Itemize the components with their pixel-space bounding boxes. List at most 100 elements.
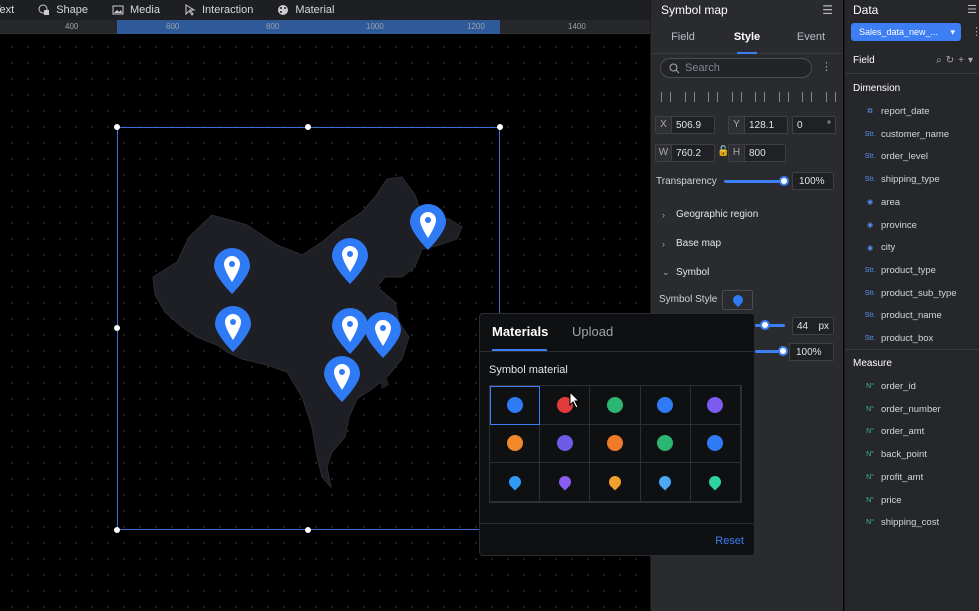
rotation-field[interactable]: 0 ° [792, 116, 836, 134]
align-top-icon[interactable] [755, 92, 766, 102]
style-panel-header: Symbol map ☰ [651, 0, 843, 20]
measure-field[interactable]: N° profit_amt [864, 472, 923, 483]
dimension-field[interactable]: ◉ province [864, 220, 917, 231]
resize-handle[interactable] [114, 325, 120, 331]
symbol-option[interactable] [590, 386, 641, 425]
measure-field[interactable]: N° order_id [864, 381, 916, 392]
section-base-map[interactable]: › Base map [662, 238, 721, 249]
align-middle-icon[interactable] [778, 92, 789, 102]
transparency-knob[interactable] [779, 176, 789, 186]
toolbar-material[interactable]: Material [277, 4, 334, 16]
collapse-icon[interactable]: ☰ [967, 3, 977, 16]
symbol-option[interactable] [690, 424, 741, 464]
measure-field[interactable]: N° order_number [864, 404, 941, 415]
palette-icon [278, 5, 289, 15]
map-pin[interactable] [408, 204, 448, 252]
dimension-field[interactable]: ◉ city [864, 242, 895, 253]
resize-handle[interactable] [305, 124, 311, 130]
measure-field[interactable]: N° back_point [864, 449, 927, 460]
data-panel-title: Data [853, 3, 879, 17]
field-name: order_amt [881, 426, 925, 438]
opacity-input[interactable]: 100% [789, 343, 834, 361]
width-field[interactable]: W 760.2 [655, 144, 715, 162]
dataset-select[interactable]: Sales_data_new_... ▾ [851, 23, 961, 41]
dimension-field[interactable]: Str. customer_name [864, 129, 949, 140]
transparency-input[interactable]: 100% [792, 172, 834, 190]
align-bottom-icon[interactable] [802, 92, 813, 102]
tab-style[interactable]: Style [715, 22, 779, 54]
field-name: order_level [881, 151, 928, 163]
size-input[interactable]: 44 px [792, 317, 834, 335]
map-pin[interactable] [322, 356, 362, 404]
align-right-icon[interactable] [708, 92, 719, 102]
transparency-slider[interactable] [724, 180, 784, 183]
dimension-field[interactable]: ◉ area [864, 197, 900, 208]
section-geographic-region[interactable]: › Geographic region [662, 209, 758, 220]
align-left-icon[interactable] [661, 92, 671, 102]
distribute-v-icon[interactable] [825, 92, 836, 102]
symbol-option[interactable] [490, 386, 541, 425]
align-center-icon[interactable] [684, 92, 695, 102]
toolbar-interaction[interactable]: Interaction [184, 4, 253, 16]
tab-upload[interactable]: Upload [572, 324, 613, 339]
symbol-option[interactable] [540, 386, 591, 425]
dimension-field[interactable]: Str. product_sub_type [864, 288, 957, 299]
toolbar-text[interactable]: Text [0, 4, 14, 16]
symbol-option[interactable] [690, 386, 741, 425]
truck-icon [707, 396, 724, 413]
location-icon: ◉ [866, 199, 874, 207]
map-pin[interactable] [213, 306, 253, 354]
collapse-icon[interactable]: ☰ [822, 3, 833, 17]
toolbar-shape[interactable]: Shape [38, 4, 88, 16]
distribute-h-icon[interactable] [731, 92, 742, 102]
symbol-option[interactable] [490, 424, 541, 464]
symbol-option[interactable] [590, 463, 641, 502]
field-actions[interactable]: ⌕↻+▾ [936, 55, 977, 66]
map-pin[interactable] [212, 248, 252, 296]
symbol-style-picker[interactable] [722, 290, 753, 310]
x-field[interactable]: X 506.9 [655, 116, 715, 134]
map-pin[interactable] [330, 238, 370, 286]
size-knob[interactable] [760, 320, 770, 330]
resize-handle[interactable] [114, 124, 120, 130]
search-input[interactable]: Search [660, 58, 812, 78]
toolbar-media[interactable]: Media [112, 4, 160, 16]
measure-field[interactable]: N° price [864, 495, 902, 506]
tab-materials[interactable]: Materials [492, 324, 548, 339]
building-icon [556, 435, 573, 452]
y-field[interactable]: Y 128.1 [728, 116, 788, 134]
field-name: report_date [881, 106, 930, 117]
symbol-option[interactable] [690, 463, 741, 502]
symbol-option[interactable] [590, 424, 641, 464]
more-icon[interactable]: ⋮ [821, 60, 832, 73]
resize-handle[interactable] [305, 527, 311, 533]
dataset-name: Sales_data_new_... [859, 27, 939, 37]
dimension-field[interactable]: Str. order_level [864, 151, 928, 162]
search-placeholder: Search [685, 62, 720, 74]
symbol-option[interactable] [540, 424, 591, 464]
dimension-field[interactable]: Str. product_name [864, 310, 942, 321]
dimension-field[interactable]: Str. product_box [864, 333, 934, 344]
dimension-field[interactable]: Str. product_type [864, 265, 936, 276]
active-tab-underline [492, 349, 547, 351]
symbol-option[interactable] [490, 463, 541, 502]
resize-handle[interactable] [497, 124, 503, 130]
dimension-field[interactable]: Str. shipping_type [864, 174, 940, 185]
symbol-option[interactable] [540, 463, 591, 502]
measure-field[interactable]: N° order_amt [864, 426, 924, 437]
section-symbol[interactable]: ⌄ Symbol [662, 267, 709, 278]
string-type-icon: Str. [864, 130, 876, 138]
tab-event[interactable]: Event [779, 22, 843, 53]
tab-field[interactable]: Field [651, 22, 715, 53]
symbol-option[interactable] [640, 463, 691, 502]
dimension-field[interactable]: ⧉ report_date [864, 106, 930, 117]
map-pin[interactable] [363, 312, 403, 360]
more-icon[interactable]: ⋮ [971, 25, 979, 38]
opacity-knob[interactable] [778, 346, 788, 356]
reset-button[interactable]: Reset [715, 535, 744, 547]
symbol-option[interactable] [640, 424, 691, 464]
resize-handle[interactable] [114, 527, 120, 533]
height-field[interactable]: H 800 [728, 144, 786, 162]
symbol-option[interactable] [640, 386, 691, 425]
measure-field[interactable]: N° shipping_cost [864, 517, 939, 528]
